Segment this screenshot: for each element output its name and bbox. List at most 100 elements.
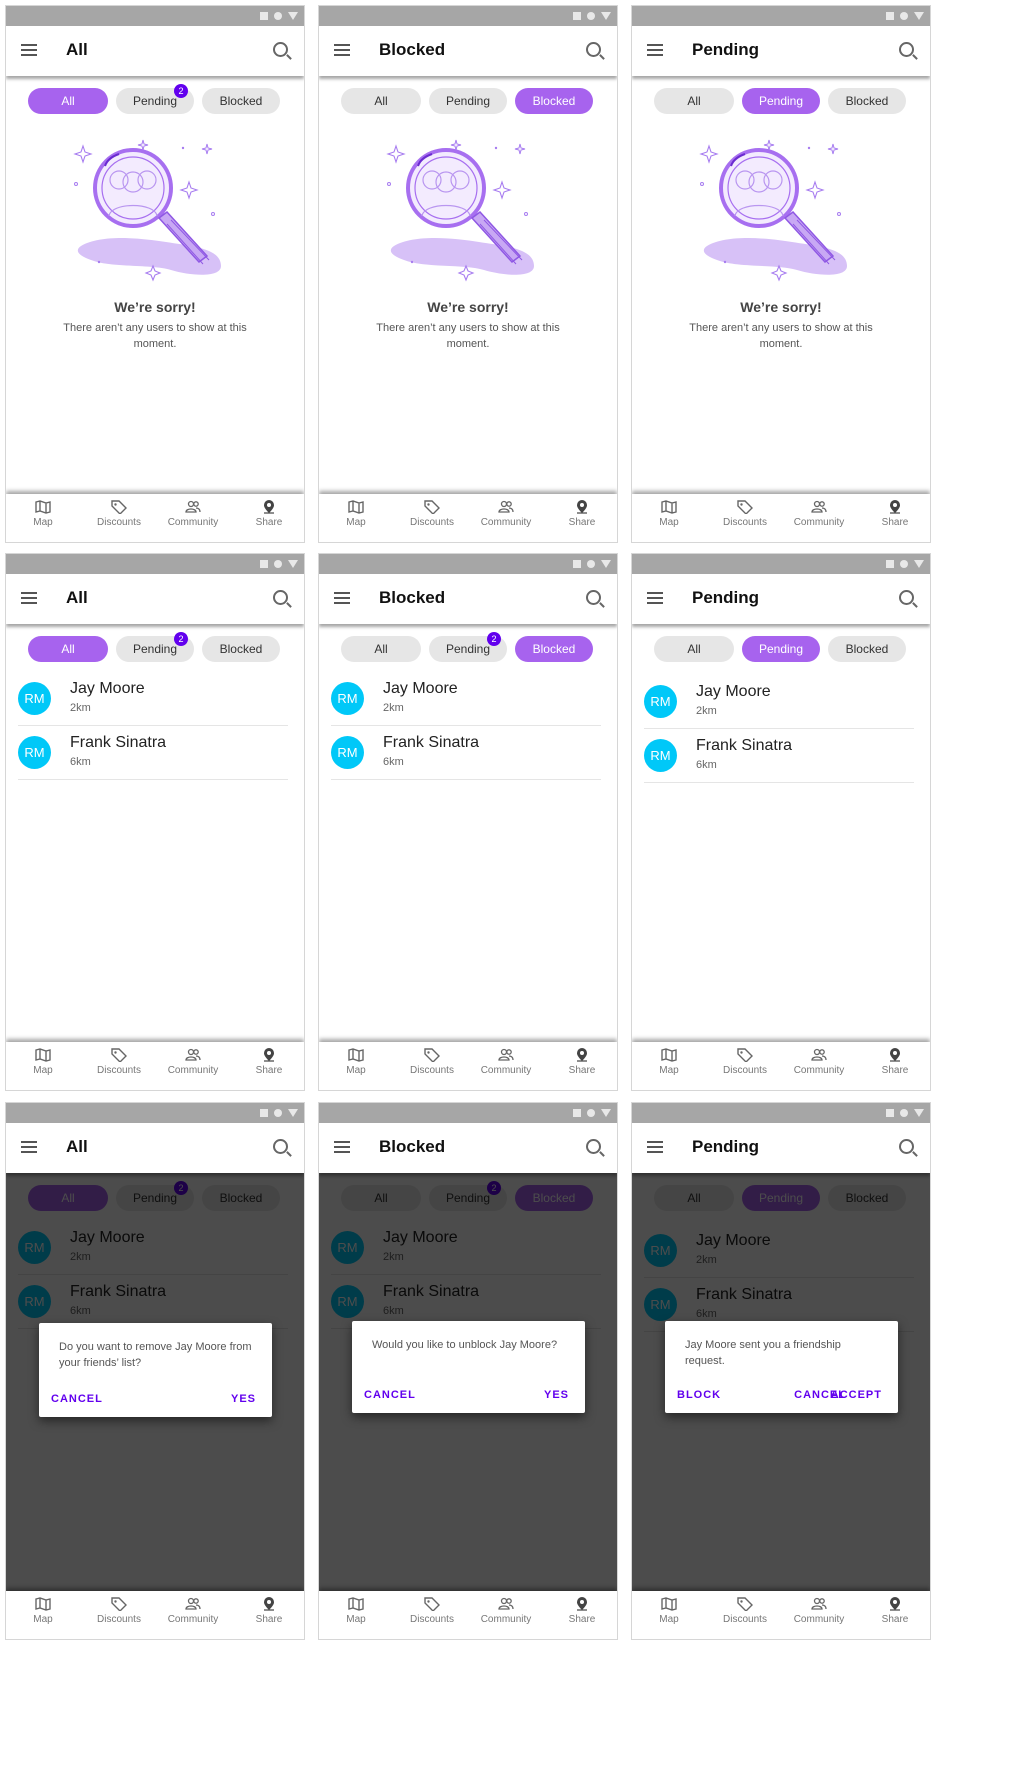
nav-item-map[interactable]: Map	[321, 500, 391, 528]
nav-item-map[interactable]: Map	[634, 500, 704, 528]
nav-item-share[interactable]: Share	[547, 1597, 617, 1625]
nav-item-map[interactable]: Map	[8, 1048, 78, 1076]
status-bar	[632, 6, 930, 26]
chip-pending[interactable]: Pending2	[116, 632, 194, 662]
app-bar: All	[6, 574, 304, 624]
map-icon	[661, 500, 677, 514]
chip-pending[interactable]: Pending	[429, 88, 507, 114]
nav-item-community[interactable]: Community	[784, 500, 854, 528]
search-icon[interactable]	[899, 1139, 914, 1154]
chip-pending[interactable]: Pending	[742, 88, 820, 114]
filter-chips: All Pending Blocked	[632, 88, 930, 114]
status-triangle-icon	[601, 1109, 611, 1117]
chip-all[interactable]: All	[341, 88, 421, 114]
search-icon[interactable]	[899, 590, 914, 605]
empty-state-title: We’re sorry!	[427, 299, 509, 315]
menu-icon[interactable]	[334, 592, 350, 604]
nav-item-discounts[interactable]: Discounts	[397, 500, 467, 528]
search-icon[interactable]	[273, 1139, 288, 1154]
menu-icon[interactable]	[647, 1141, 663, 1153]
chip-all[interactable]: All	[654, 88, 734, 114]
nav-item-community[interactable]: Community	[784, 1048, 854, 1076]
nav-item-share[interactable]: Share	[860, 500, 930, 528]
nav-item-discounts[interactable]: Discounts	[397, 1048, 467, 1076]
chip-blocked[interactable]: Blocked	[515, 88, 593, 114]
menu-icon[interactable]	[21, 592, 37, 604]
list-item[interactable]: RM Jay Moore 2km	[331, 672, 601, 726]
list-item[interactable]: RM Frank Sinatra 6km	[331, 726, 601, 780]
nav-item-share[interactable]: Share	[547, 1048, 617, 1076]
search-icon[interactable]	[273, 42, 288, 57]
nav-item-discounts[interactable]: Discounts	[710, 500, 780, 528]
nav-label: Share	[881, 517, 909, 528]
chip-all[interactable]: All	[341, 636, 421, 662]
nav-item-discounts[interactable]: Discounts	[84, 500, 154, 528]
chip-label: Blocked	[532, 642, 576, 656]
dialog-accept-button[interactable]: ACCEPT	[831, 1389, 882, 1401]
menu-icon[interactable]	[647, 44, 663, 56]
chip-all[interactable]: All	[654, 636, 734, 662]
nav-item-map[interactable]: Map	[634, 1597, 704, 1625]
list-item[interactable]: RM Frank Sinatra 6km	[644, 729, 914, 783]
dialog-cancel-button[interactable]: CANCEL	[364, 1389, 416, 1401]
nav-item-discounts[interactable]: Discounts	[84, 1048, 154, 1076]
nav-item-share[interactable]: Share	[547, 500, 617, 528]
chip-blocked[interactable]: Blocked	[828, 636, 906, 662]
dialog-block-button[interactable]: BLOCK	[677, 1389, 721, 1401]
status-triangle-icon	[288, 1109, 298, 1117]
nav-item-community[interactable]: Community	[158, 1597, 228, 1625]
nav-label: Discounts	[97, 517, 141, 528]
map-icon	[35, 1597, 51, 1611]
nav-item-share[interactable]: Share	[860, 1597, 930, 1625]
dialog-cancel-button[interactable]: CANCEL	[51, 1393, 103, 1405]
search-icon[interactable]	[899, 42, 914, 57]
status-triangle-icon	[601, 12, 611, 20]
nav-item-community[interactable]: Community	[471, 1597, 541, 1625]
nav-item-map[interactable]: Map	[8, 500, 78, 528]
search-icon[interactable]	[586, 1139, 601, 1154]
chip-all[interactable]: All	[28, 88, 108, 114]
nav-item-community[interactable]: Community	[158, 1048, 228, 1076]
nav-label: Share	[255, 517, 283, 528]
chip-pending[interactable]: Pending2	[116, 84, 194, 114]
chip-blocked[interactable]: Blocked	[828, 88, 906, 114]
nav-label: Share	[568, 517, 596, 528]
chip-blocked[interactable]: Blocked	[515, 636, 593, 662]
menu-icon[interactable]	[334, 44, 350, 56]
nav-item-discounts[interactable]: Discounts	[84, 1597, 154, 1625]
chip-all[interactable]: All	[28, 636, 108, 662]
nav-item-map[interactable]: Map	[321, 1597, 391, 1625]
nav-item-community[interactable]: Community	[158, 500, 228, 528]
nav-item-share[interactable]: Share	[860, 1048, 930, 1076]
chip-pending[interactable]: Pending2	[429, 632, 507, 662]
search-icon[interactable]	[586, 42, 601, 57]
nav-item-share[interactable]: Share	[234, 1597, 304, 1625]
nav-item-map[interactable]: Map	[8, 1597, 78, 1625]
user-list: RM Jay Moore 2km RM Frank Sinatra 6km	[331, 672, 601, 780]
chip-pending[interactable]: Pending	[742, 636, 820, 662]
menu-icon[interactable]	[21, 1141, 37, 1153]
chip-blocked[interactable]: Blocked	[202, 636, 280, 662]
nav-item-map[interactable]: Map	[321, 1048, 391, 1076]
tag-icon	[111, 1048, 127, 1062]
list-item[interactable]: RM Jay Moore 2km	[18, 672, 288, 726]
nav-item-discounts[interactable]: Discounts	[397, 1597, 467, 1625]
menu-icon[interactable]	[334, 1141, 350, 1153]
nav-item-community[interactable]: Community	[471, 1048, 541, 1076]
menu-icon[interactable]	[21, 44, 37, 56]
chip-blocked[interactable]: Blocked	[202, 88, 280, 114]
nav-item-map[interactable]: Map	[634, 1048, 704, 1076]
search-icon[interactable]	[273, 590, 288, 605]
dialog-yes-button[interactable]: YES	[544, 1389, 569, 1401]
nav-item-share[interactable]: Share	[234, 500, 304, 528]
search-icon[interactable]	[586, 590, 601, 605]
nav-item-discounts[interactable]: Discounts	[710, 1597, 780, 1625]
dialog-yes-button[interactable]: YES	[231, 1393, 256, 1405]
nav-item-community[interactable]: Community	[784, 1597, 854, 1625]
menu-icon[interactable]	[647, 592, 663, 604]
nav-item-discounts[interactable]: Discounts	[710, 1048, 780, 1076]
list-item[interactable]: RM Jay Moore 2km	[644, 675, 914, 729]
nav-item-share[interactable]: Share	[234, 1048, 304, 1076]
nav-item-community[interactable]: Community	[471, 500, 541, 528]
list-item[interactable]: RM Frank Sinatra 6km	[18, 726, 288, 780]
